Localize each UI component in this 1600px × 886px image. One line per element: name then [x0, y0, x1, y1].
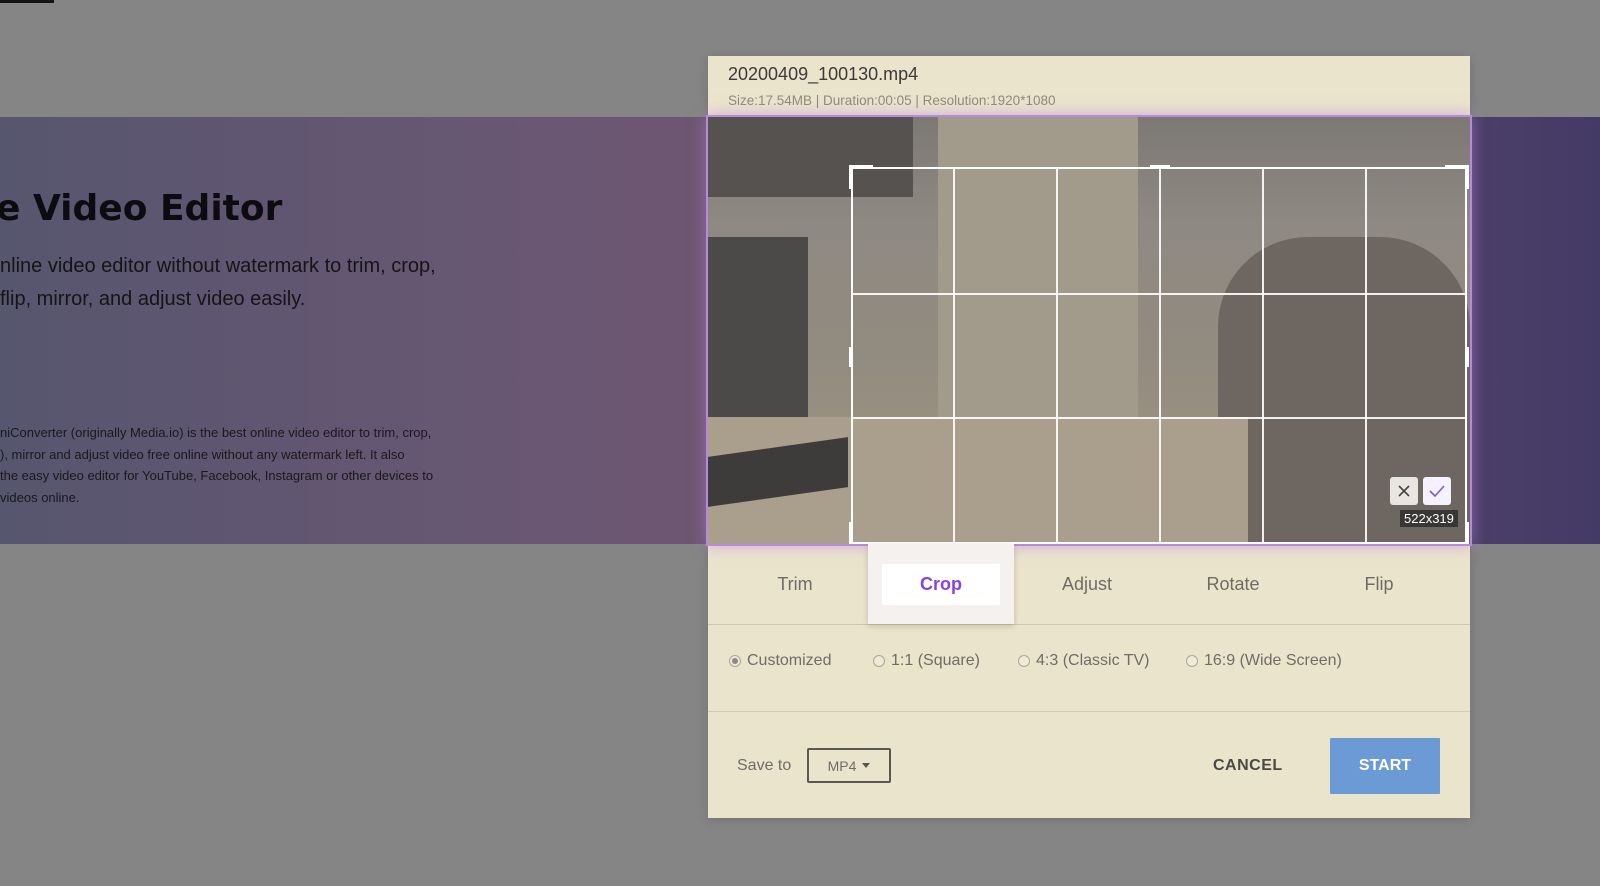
radio-button[interactable] [873, 655, 885, 667]
crop-confirm-button[interactable] [1423, 477, 1451, 505]
format-value: MP4 [827, 757, 857, 774]
file-name: 20200409_100130.mp4 [728, 64, 919, 84]
crop-grid-line [853, 293, 1465, 295]
crop-handle-bottom-left[interactable] [849, 522, 873, 544]
tab-crop[interactable]: Crop [868, 544, 1014, 624]
tab-adjust[interactable]: Adjust [1014, 544, 1160, 624]
video-preview[interactable]: 522x319 [708, 117, 1470, 544]
top-bar-mark [0, 0, 54, 3]
ratio-option-square[interactable]: 1:1 (Square) [873, 652, 980, 670]
crop-size-label: 522x319 [1400, 510, 1458, 527]
hero-title: e Video Editor [0, 188, 283, 229]
radio-button[interactable] [1186, 655, 1198, 667]
edit-tabs: Trim Crop Adjust Rotate Flip [708, 544, 1470, 625]
tab-label: Trim [777, 573, 813, 594]
ratio-label: 16:9 (Wide Screen) [1204, 652, 1342, 669]
crop-handle-top-right[interactable] [1445, 165, 1469, 189]
crop-grid-line [1365, 169, 1367, 542]
tab-trim[interactable]: Trim [722, 544, 868, 624]
radio-button[interactable] [1018, 655, 1030, 667]
caret-down-icon [862, 763, 871, 768]
tab-label: Flip [1364, 573, 1394, 594]
monitor-shape [708, 237, 808, 427]
crop-grid-line [853, 417, 1465, 419]
format-select[interactable]: MP4 [807, 748, 891, 783]
divider [708, 711, 1470, 712]
close-icon [1398, 485, 1410, 497]
ratio-option-wide-screen[interactable]: 16:9 (Wide Screen) [1186, 652, 1342, 670]
ratio-label: 4:3 (Classic TV) [1036, 652, 1150, 669]
cancel-button[interactable]: CANCEL [1213, 757, 1283, 775]
tab-label: Crop [882, 563, 1000, 605]
tab-flip[interactable]: Flip [1306, 544, 1452, 624]
file-meta: Size:17.54MB | Duration:00:05 | Resoluti… [728, 93, 1056, 108]
ratio-label: 1:1 (Square) [891, 652, 980, 669]
crop-cancel-button[interactable] [1390, 477, 1418, 505]
save-to-label: Save to [737, 757, 792, 774]
check-icon [1429, 485, 1445, 497]
radio-button[interactable] [729, 655, 741, 667]
crop-handle-top-left[interactable] [849, 165, 873, 189]
tab-label: Adjust [1061, 573, 1113, 594]
radio-selected-dot [732, 658, 738, 664]
ratio-option-customized[interactable]: Customized [729, 652, 831, 670]
ratio-label: Customized [747, 652, 832, 669]
hero-subtitle: nline video editor without watermark to … [0, 255, 436, 310]
hero-description: niConverter (originally Media.io) is the… [0, 425, 434, 505]
crop-box[interactable] [849, 165, 1469, 544]
crop-handle-right[interactable] [1465, 347, 1469, 367]
crop-handle-left[interactable] [849, 347, 853, 367]
crop-grid-line [1159, 169, 1161, 542]
tab-rotate[interactable]: Rotate [1160, 544, 1306, 624]
ratio-option-classic-tv[interactable]: 4:3 (Classic TV) [1018, 652, 1150, 670]
crop-grid-line [1262, 169, 1264, 542]
tab-label: Rotate [1206, 573, 1260, 594]
crop-grid-line [1056, 169, 1058, 542]
crop-grid-line [953, 169, 955, 542]
video-editor-dialog: 20200409_100130.mp4 Size:17.54MB | Durat… [708, 56, 1470, 818]
start-button[interactable]: START [1330, 738, 1440, 794]
crop-handle-top[interactable] [1150, 165, 1170, 169]
